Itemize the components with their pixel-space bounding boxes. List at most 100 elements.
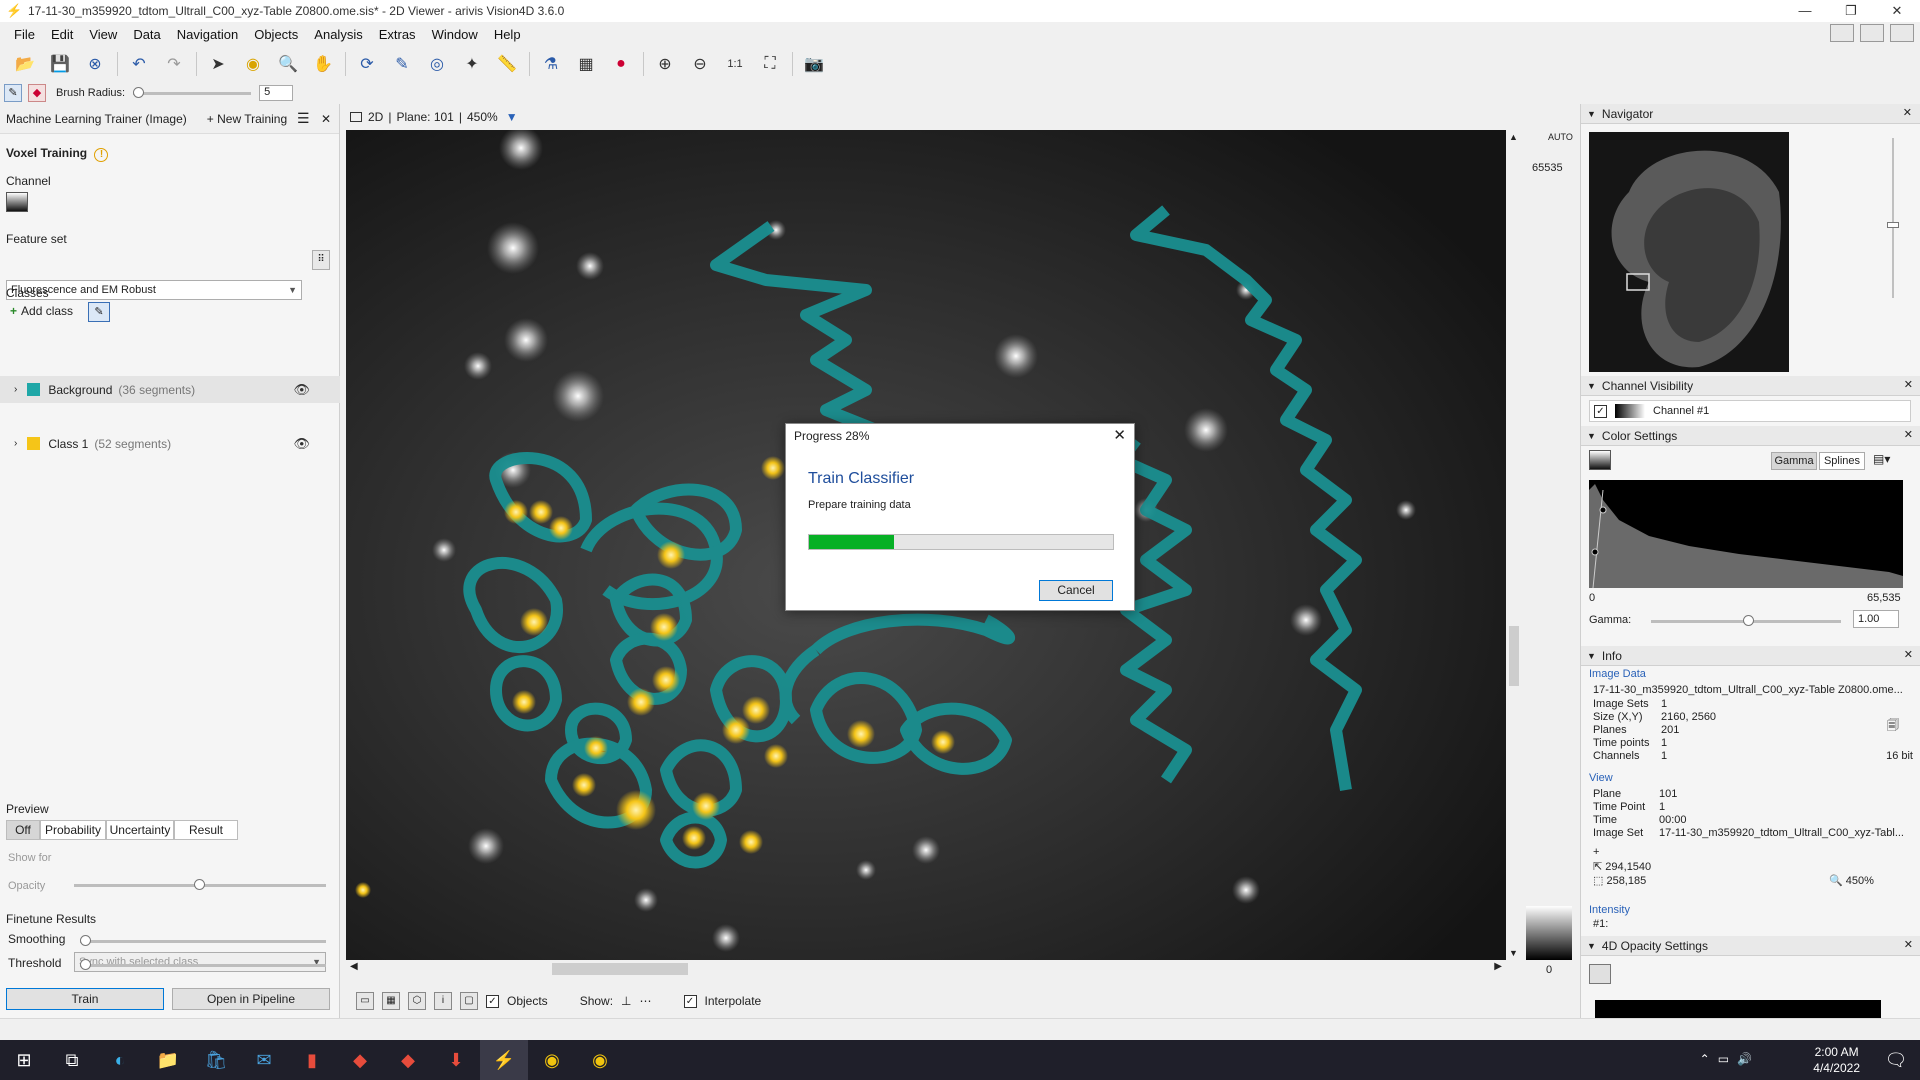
region-icon[interactable]: ◎ bbox=[424, 51, 450, 77]
opacity-settings-header[interactable]: ▼ 4D Opacity Settings ✕ bbox=[1581, 936, 1920, 956]
zoom-icon[interactable]: 🔍 bbox=[275, 51, 301, 77]
menu-view[interactable]: View bbox=[81, 27, 125, 42]
color-wheel-icon[interactable]: ● bbox=[608, 51, 634, 77]
expand-chevron-icon[interactable]: › bbox=[14, 384, 17, 395]
brush-erase-icon[interactable]: ◆ bbox=[28, 84, 46, 102]
navigator-zoom-slider[interactable] bbox=[1883, 138, 1903, 308]
opacity-slider[interactable] bbox=[74, 878, 326, 892]
gamma-slider[interactable] bbox=[1651, 614, 1841, 628]
channel-color-button[interactable] bbox=[6, 192, 28, 212]
menu-window[interactable]: Window bbox=[424, 27, 486, 42]
lut-auto-label[interactable]: AUTO bbox=[1548, 132, 1573, 142]
redo-icon[interactable]: ↷ bbox=[161, 51, 187, 77]
menu-help[interactable]: Help bbox=[486, 27, 529, 42]
brush-paint-icon[interactable]: ✎ bbox=[4, 84, 22, 102]
rotate-icon[interactable]: ⟳ bbox=[354, 51, 380, 77]
close-icon[interactable]: ✕ bbox=[1904, 648, 1913, 661]
intensity-label[interactable]: Intensity bbox=[1589, 904, 1630, 916]
info-header[interactable]: ▼ Info ✕ bbox=[1581, 646, 1920, 666]
filter-icon[interactable]: ▼ bbox=[506, 110, 518, 124]
collapse-icon[interactable]: ▼ bbox=[1587, 109, 1596, 119]
color-settings-header[interactable]: ▼ Color Settings ✕ bbox=[1581, 426, 1920, 446]
info-export-icon[interactable]: 🗐 bbox=[1887, 716, 1899, 737]
navigator-header[interactable]: ▼ Navigator ✕ bbox=[1581, 104, 1920, 124]
snapshot-camera-icon[interactable]: 📷 bbox=[801, 51, 827, 77]
draw-object-icon[interactable]: ✎ bbox=[389, 51, 415, 77]
interpolate-checkbox[interactable]: ✓ bbox=[683, 994, 697, 1008]
close-icon[interactable]: ✕ bbox=[1904, 938, 1913, 951]
collapse-icon[interactable]: ▼ bbox=[1587, 651, 1596, 661]
magic-wand-icon[interactable]: ✦ bbox=[459, 51, 485, 77]
minimize-button[interactable]: — bbox=[1782, 0, 1828, 22]
collapse-icon[interactable]: ▼ bbox=[1587, 431, 1596, 441]
app-red-2-icon[interactable]: ◆ bbox=[384, 1040, 432, 1080]
opacity-lut-button[interactable] bbox=[1589, 964, 1611, 984]
gamma-input[interactable]: 1.00 bbox=[1853, 610, 1899, 628]
scroll-up-icon[interactable]: ▲ bbox=[1509, 132, 1518, 142]
objects-checkbox[interactable]: ✓ bbox=[486, 994, 499, 1008]
chrome-1-icon[interactable]: ◉ bbox=[528, 1040, 576, 1080]
restore-button[interactable]: ❐ bbox=[1828, 0, 1874, 22]
class-row-background[interactable]: › Background (36 segments) 👁 bbox=[0, 376, 340, 403]
threshold-slider[interactable] bbox=[80, 958, 326, 972]
tray-icons[interactable]: ⌃▭🔊 bbox=[1700, 1052, 1760, 1066]
class-brush-icon[interactable]: ✎ bbox=[88, 302, 110, 322]
cancel-button[interactable]: Cancel bbox=[1039, 580, 1113, 601]
close-file-icon[interactable]: ⊗ bbox=[82, 51, 108, 77]
show-lines-icon[interactable]: ⋯ bbox=[640, 994, 652, 1008]
color-options-icon[interactable]: ▤▾ bbox=[1873, 452, 1890, 466]
pan-hand-icon[interactable]: ✋ bbox=[310, 51, 336, 77]
layout-split-button[interactable] bbox=[1860, 24, 1884, 42]
channel-row[interactable]: ✓ Channel #1 bbox=[1589, 400, 1911, 422]
brush-radius-input[interactable]: 5 bbox=[259, 85, 294, 101]
feature-set-select[interactable]: Fluorescence and EM Robust ▼ bbox=[6, 280, 302, 300]
channel-visibility-header[interactable]: ▼ Channel Visibility ✕ bbox=[1581, 376, 1920, 396]
panel-close-icon[interactable]: ✕ bbox=[321, 112, 331, 126]
table-icon[interactable]: ▦ bbox=[573, 51, 599, 77]
system-clock[interactable]: 2:00 AM 4/4/2022 bbox=[1813, 1044, 1860, 1076]
task-view-icon[interactable]: ⧉ bbox=[48, 1040, 96, 1080]
show-objects-icon[interactable]: ⊥ bbox=[621, 994, 631, 1008]
train-button[interactable]: Train bbox=[6, 988, 164, 1010]
zoom-in-icon[interactable]: ⊕ bbox=[652, 51, 678, 77]
ruler-icon[interactable]: 📏 bbox=[494, 51, 520, 77]
eye-visibility-icon[interactable]: 👁 bbox=[293, 436, 310, 452]
zoom-1-1-icon[interactable]: 1:1 bbox=[722, 51, 748, 77]
close-icon[interactable]: ✕ bbox=[1904, 428, 1913, 441]
info-icon[interactable]: i bbox=[434, 992, 452, 1010]
app-download-icon[interactable]: ⬇ bbox=[432, 1040, 480, 1080]
undo-icon[interactable]: ↶ bbox=[126, 51, 152, 77]
add-class-button[interactable]: + Add class bbox=[10, 304, 73, 318]
horizontal-scrollbar[interactable]: ◀ ▶ bbox=[346, 960, 1506, 978]
preview-tab-uncertainty[interactable]: Uncertainty bbox=[106, 820, 174, 840]
view-label[interactable]: View bbox=[1589, 772, 1613, 784]
menu-edit[interactable]: Edit bbox=[43, 27, 81, 42]
edge-browser-icon[interactable]: ◐ bbox=[96, 1040, 144, 1080]
preview-tab-result[interactable]: Result bbox=[174, 820, 238, 840]
hamburger-menu-icon[interactable]: ☰ bbox=[297, 110, 310, 127]
image-data-label[interactable]: Image Data bbox=[1589, 668, 1646, 680]
close-button[interactable]: ✕ bbox=[1874, 0, 1920, 22]
warning-icon[interactable]: ! bbox=[94, 148, 109, 162]
smoothing-slider[interactable] bbox=[80, 934, 326, 948]
feature-grid-icon[interactable]: ⠿ bbox=[312, 250, 330, 270]
open-icon[interactable]: 📂 bbox=[12, 51, 38, 77]
grid-view-icon[interactable]: ▦ bbox=[382, 992, 400, 1010]
scroll-right-icon[interactable]: ▶ bbox=[1494, 961, 1502, 972]
layout-single-button[interactable] bbox=[1830, 24, 1854, 42]
app-red-1-icon[interactable]: ◆ bbox=[336, 1040, 384, 1080]
collapse-icon[interactable]: ▼ bbox=[1587, 381, 1596, 391]
menu-navigation[interactable]: Navigation bbox=[169, 27, 246, 42]
preview-tab-off[interactable]: Off bbox=[6, 820, 40, 840]
menu-analysis[interactable]: Analysis bbox=[306, 27, 370, 42]
menu-file[interactable]: File bbox=[6, 27, 43, 42]
pointer-icon[interactable]: ➤ bbox=[205, 51, 231, 77]
cube-view-icon[interactable]: ⬡ bbox=[408, 992, 426, 1010]
mail-icon[interactable]: ✉ bbox=[240, 1040, 288, 1080]
preview-tab-probability[interactable]: Probability bbox=[40, 820, 106, 840]
navigator-thumbnail[interactable] bbox=[1589, 132, 1789, 372]
brush-radius-slider[interactable] bbox=[133, 86, 252, 100]
color-lut-button[interactable] bbox=[1589, 450, 1611, 470]
expand-chevron-icon[interactable]: › bbox=[14, 438, 17, 449]
opacity-curve[interactable] bbox=[1595, 1000, 1881, 1018]
